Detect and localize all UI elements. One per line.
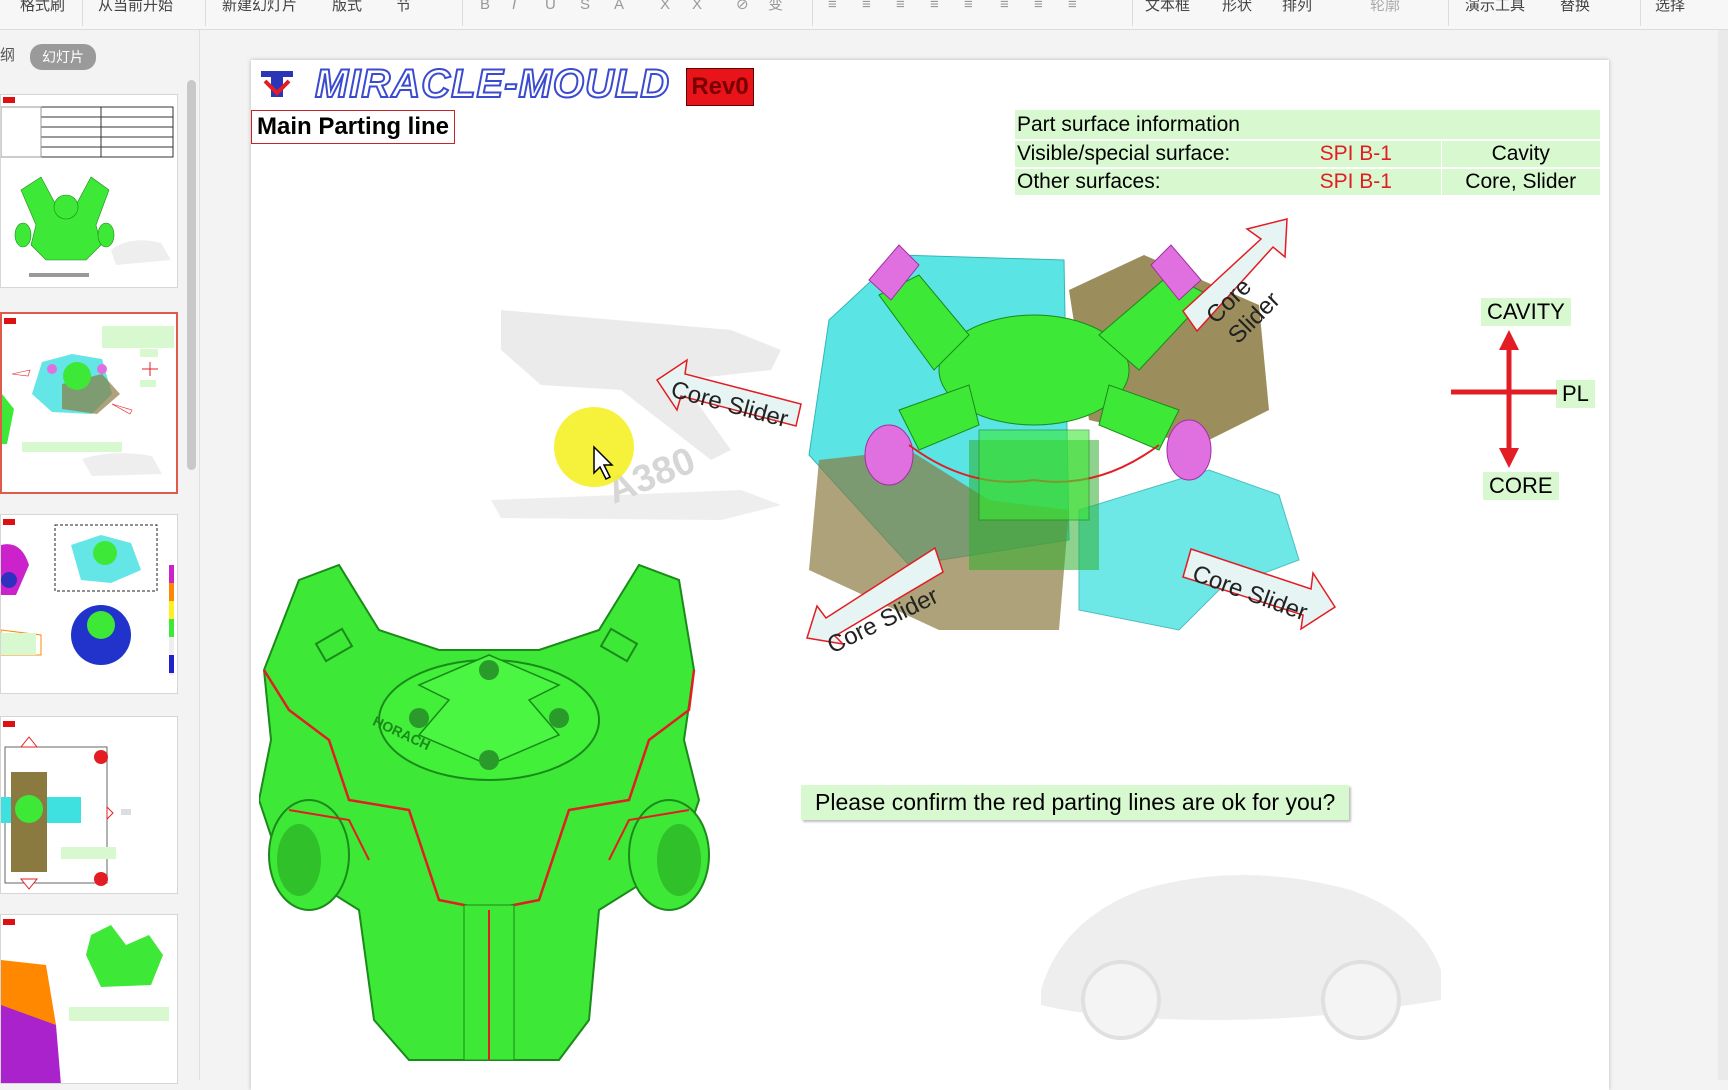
distribute-icon[interactable]: ≡: [964, 0, 973, 12]
row-label: Other surfaces:: [1015, 168, 1271, 197]
format-painter-button[interactable]: 格式刷: [20, 0, 65, 16]
row-spi: SPI B-1: [1271, 140, 1441, 169]
ribbon-toolbar: 格式刷 从当前开始 新建幻灯片 版式 节 B I U S A X X ⊘ 变 ≡…: [0, 0, 1728, 30]
toolbar-separator: [1132, 0, 1133, 26]
thumbnail-preview: [1, 519, 174, 675]
section-button[interactable]: 节: [396, 0, 411, 16]
strikethrough-icon[interactable]: S: [580, 0, 590, 12]
slide-title[interactable]: Main Parting line: [251, 110, 456, 144]
shapes-button[interactable]: 形状: [1222, 0, 1252, 16]
slide-thumbnail-1[interactable]: [0, 94, 178, 288]
thumbnail-preview: [2, 318, 174, 476]
surface-info-table[interactable]: Part surface information Visible/special…: [1015, 110, 1600, 197]
play-from-current-button[interactable]: 从当前开始: [98, 0, 173, 16]
table-row: Visible/special surface: SPI B-1 Cavity: [1015, 140, 1600, 169]
parting-line-label: PL: [1556, 380, 1595, 408]
cavity-direction-label: CAVITY: [1481, 298, 1571, 326]
toolbar-separator: [82, 0, 83, 26]
subscript-icon[interactable]: X: [692, 0, 702, 12]
table-row: Other surfaces: SPI B-1 Core, Slider: [1015, 168, 1600, 197]
table-header-row: Part surface information: [1015, 110, 1600, 141]
mouse-cursor-icon: [554, 407, 634, 487]
row-value: Core, Slider: [1440, 168, 1600, 197]
textbox-button[interactable]: 文本框: [1145, 0, 1190, 16]
slide-thumbnail-5[interactable]: [0, 914, 178, 1084]
bold-icon[interactable]: B: [480, 0, 490, 12]
row-spi: SPI B-1: [1271, 168, 1441, 197]
direction-axis-icon: [1451, 330, 1557, 468]
company-logo-text: MIRACLE-MOULD: [314, 61, 671, 107]
layout-button[interactable]: 版式: [332, 0, 362, 16]
slide-canvas[interactable]: MIRACLE-MOULD Rev0 Main Parting line Par…: [251, 60, 1609, 1090]
slide-thumbnail-panel: 纲 幻灯片: [0, 30, 200, 1084]
confirm-note[interactable]: Please confirm the red parting lines are…: [801, 785, 1350, 820]
arrange-button[interactable]: 排列: [1282, 0, 1312, 16]
slide-thumbnail-3[interactable]: [0, 514, 178, 694]
miracle-mould-logo-icon: [257, 67, 297, 101]
char-style-icon[interactable]: 变: [768, 0, 783, 12]
car-watermark-image: [1041, 875, 1441, 1040]
replace-button[interactable]: 替换: [1560, 0, 1590, 16]
new-slide-button[interactable]: 新建幻灯片: [222, 0, 297, 16]
slide-thumbnail-4[interactable]: [0, 716, 178, 894]
green-part-image[interactable]: [259, 560, 719, 1080]
bullets-icon[interactable]: ≡: [1034, 0, 1043, 12]
tab-outline[interactable]: 纲: [0, 44, 15, 65]
toolbar-separator: [812, 0, 813, 26]
underline-icon[interactable]: U: [545, 0, 556, 12]
superscript-icon[interactable]: X: [660, 0, 670, 12]
align-left-icon[interactable]: ≡: [828, 0, 837, 12]
align-center-icon[interactable]: ≡: [862, 0, 871, 12]
row-value: Cavity: [1440, 140, 1600, 169]
row-label: Visible/special surface:: [1015, 140, 1271, 169]
justify-icon[interactable]: ≡: [930, 0, 939, 12]
numbering-icon[interactable]: ≡: [1068, 0, 1077, 12]
presentation-tools-button[interactable]: 演示工具: [1465, 0, 1525, 16]
core-direction-label: CORE: [1483, 472, 1559, 500]
thumbnail-preview: [1, 97, 174, 277]
italic-icon[interactable]: I: [512, 0, 516, 12]
toolbar-separator: [1448, 0, 1449, 26]
right-side-strip: [1718, 30, 1728, 1080]
clear-format-icon[interactable]: ⊘: [736, 0, 749, 12]
panel-scrollbar[interactable]: [187, 80, 196, 470]
line-spacing-icon[interactable]: ≡: [1000, 0, 1009, 12]
slide-thumbnail-2[interactable]: [0, 312, 178, 494]
table-header: Part surface information: [1015, 110, 1600, 141]
toolbar-separator: [462, 0, 463, 26]
align-right-icon[interactable]: ≡: [896, 0, 905, 12]
select-button[interactable]: 选择: [1655, 0, 1685, 16]
tab-slides[interactable]: 幻灯片: [30, 44, 96, 70]
toolbar-separator: [1640, 0, 1641, 26]
font-color-icon[interactable]: A: [614, 0, 624, 12]
revision-badge: Rev0: [686, 68, 754, 106]
toolbar-separator: [205, 0, 206, 26]
thumbnail-preview: [1, 919, 169, 1083]
thumbnail-preview: [1, 721, 131, 890]
outline-button[interactable]: 轮廓: [1370, 0, 1400, 16]
